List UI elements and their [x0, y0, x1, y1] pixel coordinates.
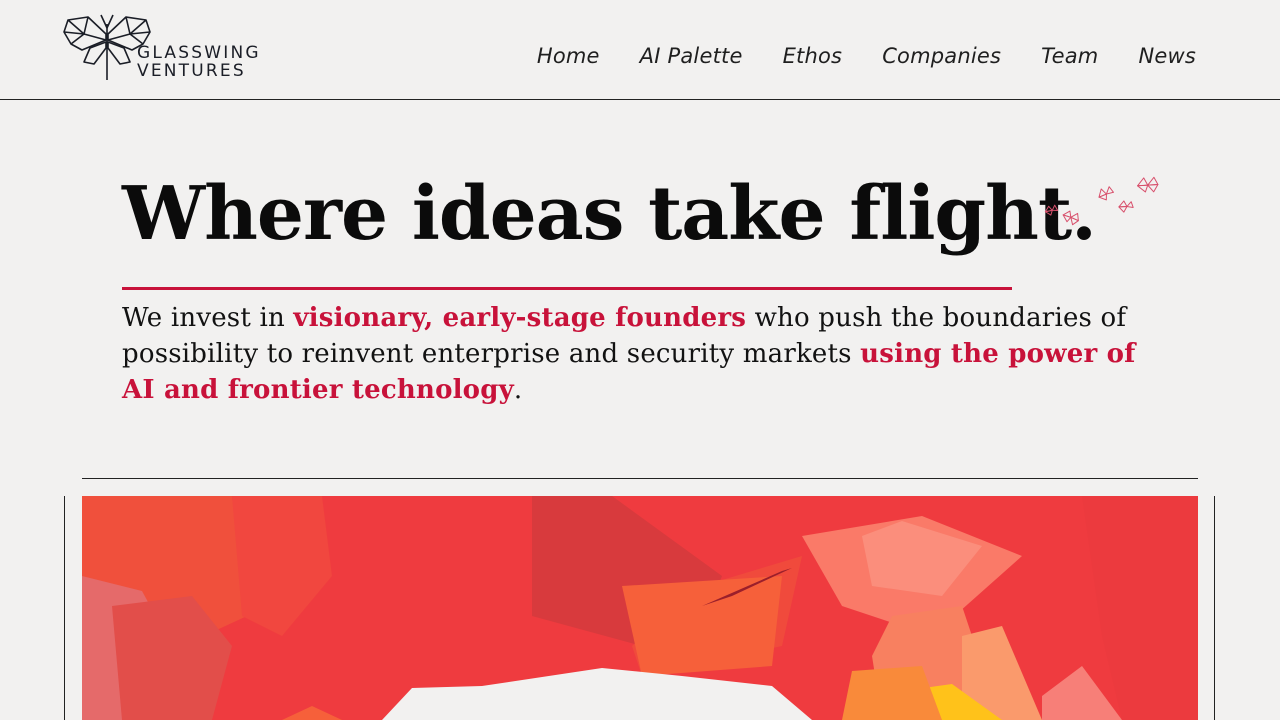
nav-item-ai-palette[interactable]: AI Palette — [640, 44, 743, 68]
logo-line-1: GLASSWING — [137, 43, 261, 63]
nav-item-ethos[interactable]: Ethos — [783, 44, 843, 68]
nav-item-home[interactable]: Home — [537, 44, 600, 68]
frame-line-right — [1214, 496, 1215, 720]
lead-text-3: . — [513, 375, 523, 405]
hero-lead: We invest in visionary, early-stage foun… — [122, 300, 1162, 408]
title-underline — [122, 287, 1012, 290]
lead-highlight-1: visionary, early-stage founders — [293, 303, 747, 333]
frame-line-left — [64, 496, 65, 720]
hero-title: Where ideas take flight. — [122, 171, 1097, 257]
abstract-map-illustration — [82, 496, 1198, 720]
site-header: GLASSWING VENTURES Home AI Palette Ethos… — [0, 0, 1280, 100]
hero-artwork — [82, 496, 1198, 720]
logo-link[interactable]: GLASSWING VENTURES — [62, 14, 272, 84]
section-divider — [82, 478, 1198, 479]
butterflies-icon — [1044, 176, 1159, 226]
nav-item-companies[interactable]: Companies — [882, 44, 1001, 68]
nav-item-news[interactable]: News — [1138, 44, 1196, 68]
logo-line-2: VENTURES — [137, 61, 246, 81]
logo-wordmark: GLASSWING VENTURES — [137, 44, 261, 80]
nav-item-team[interactable]: Team — [1041, 44, 1098, 68]
main-nav: Home AI Palette Ethos Companies Team New… — [537, 44, 1196, 68]
lead-text-1: We invest in — [122, 303, 294, 333]
